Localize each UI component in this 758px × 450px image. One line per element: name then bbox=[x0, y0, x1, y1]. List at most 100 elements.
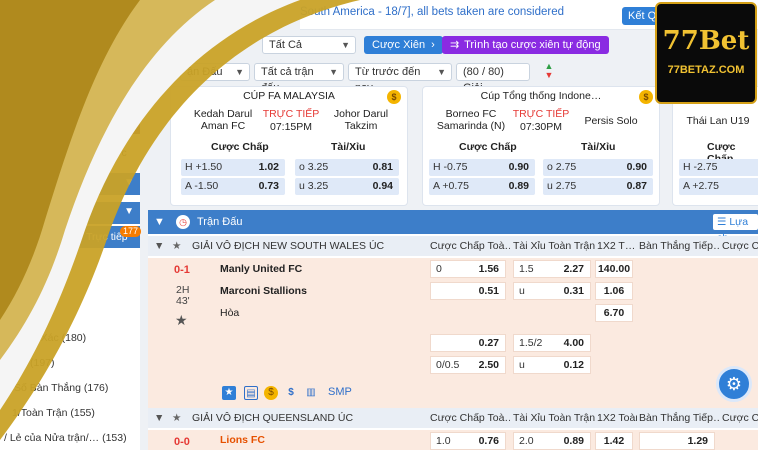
odds-line: u 2.75 bbox=[547, 180, 577, 192]
odds-line: 1.5 bbox=[519, 263, 534, 275]
chevron-down-icon: ▼ bbox=[235, 67, 244, 77]
odds-button[interactable]: A +0.75 0.89 bbox=[429, 178, 535, 195]
table-title: Trận Đấu bbox=[197, 216, 243, 228]
odds-price: 0.89 bbox=[563, 435, 584, 447]
auto-parlay-button[interactable]: ⇉ Trình tạo cược xiên tự động bbox=[442, 36, 609, 54]
sidebar-item[interactable]: 1/Toàn Trận (155) bbox=[12, 407, 95, 419]
card-ou-label: Tài/Xỉu bbox=[331, 141, 366, 153]
odds-price: 0.81 bbox=[372, 161, 393, 173]
chevron-down-icon: ▼ bbox=[124, 206, 134, 217]
odds-button[interactable]: H -2.75 bbox=[679, 159, 758, 176]
sidebar-item[interactable]: nh Xác (180) bbox=[26, 332, 86, 344]
odds-button[interactable]: 6.70 bbox=[595, 304, 633, 322]
chevron-down-icon[interactable]: ▼ bbox=[154, 236, 164, 256]
sidebar-section-header[interactable]: ▼ bbox=[0, 173, 140, 195]
featured-match-card[interactable]: CÚP FA MALAYSIA $ Kedah Darul Aman FC TR… bbox=[170, 86, 408, 206]
sort-select[interactable]: ận Đấu ▼ bbox=[180, 63, 250, 81]
odds-button[interactable]: 1.42 bbox=[595, 432, 633, 450]
sidebar-item-label: 1/Toàn Trận bbox=[12, 407, 68, 419]
sort-odds-icon[interactable]: ▲ ▼ bbox=[536, 62, 562, 82]
sidebar-section-header[interactable]: ▼ bbox=[0, 202, 140, 224]
smp-link[interactable]: SMP bbox=[328, 386, 352, 398]
odds-line: u 3.25 bbox=[299, 180, 329, 192]
odds-button[interactable]: 0.27 bbox=[430, 334, 506, 352]
sidebar-item-count: (197) bbox=[30, 357, 55, 369]
sidebar-item-label: nh Xác bbox=[26, 332, 59, 344]
column-header: Cược Ch bbox=[722, 412, 758, 424]
odds-button[interactable]: 0 1.56 bbox=[430, 260, 506, 278]
card-match-time: 07:30PM bbox=[519, 121, 563, 133]
favorite-star-icon[interactable]: ★ bbox=[172, 236, 181, 256]
match-minute: 43' bbox=[176, 295, 190, 307]
promo-thumbnail[interactable] bbox=[100, 108, 140, 134]
odds-button[interactable]: 0.51 bbox=[430, 282, 506, 300]
cash-coin-icon[interactable]: $ bbox=[264, 386, 278, 400]
dollar-icon[interactable]: $ bbox=[284, 386, 298, 400]
odds-button[interactable]: A +2.75 bbox=[679, 178, 758, 195]
odds-button[interactable]: u 2.75 0.87 bbox=[543, 178, 653, 195]
sidebar-link-bets[interactable]: Cược bbox=[100, 147, 127, 159]
featured-match-card[interactable]: Thái Lan U19 Cược Chấp H -2.75 A +2.75 bbox=[672, 86, 758, 206]
league-name: GIẢI VÔ ĐỊCH NEW SOUTH WALES ÚC bbox=[192, 240, 385, 252]
league-row[interactable]: ▼ ★ GIẢI VÔ ĐỊCH QUEENSLAND ÚC Cược Chấp… bbox=[148, 408, 758, 428]
odds-button[interactable]: 1.29 bbox=[639, 432, 715, 450]
favorite-star-icon[interactable]: ★ bbox=[172, 408, 181, 428]
odds-line: u bbox=[519, 359, 525, 371]
odds-button[interactable]: 1.5/2 4.00 bbox=[513, 334, 591, 352]
sidebar-item[interactable]: / Lẻ của Nửa trận/… (153) bbox=[4, 432, 127, 444]
odds-button[interactable]: 1.06 bbox=[595, 282, 633, 300]
card-handicap-label: Cược Chấp bbox=[459, 141, 517, 153]
card-ou-label: Tài/Xỉu bbox=[581, 141, 616, 153]
odds-button[interactable]: 1.0 0.76 bbox=[430, 432, 506, 450]
cash-coin-icon: $ bbox=[639, 90, 653, 104]
parlay-builder-icon: ⇉ bbox=[450, 39, 460, 51]
sidebar-item-label: / Lẻ của Nửa trận/… bbox=[4, 432, 100, 444]
column-select-button[interactable]: ☰ Lựa ch bbox=[713, 214, 758, 244]
draw-label: Hòa bbox=[220, 307, 240, 319]
odds-price: 140.00 bbox=[597, 263, 631, 275]
time-filter-select[interactable]: Từ trước đến nay ▼ bbox=[348, 63, 452, 94]
chevron-down-icon: ▼ bbox=[329, 67, 338, 77]
settings-gear-button[interactable]: ⚙ bbox=[716, 366, 752, 402]
odds-button[interactable]: o 2.75 0.90 bbox=[543, 159, 653, 176]
logo-wordmark: 77Bet bbox=[662, 26, 750, 56]
scoreboard-icon[interactable]: ▤ bbox=[244, 386, 258, 400]
sidebar-item[interactable]: (197) bbox=[30, 357, 55, 369]
cash-coin-icon: $ bbox=[387, 90, 401, 104]
match-score: 0-1 bbox=[174, 264, 190, 276]
favorite-star-icon[interactable]: ★ bbox=[175, 312, 188, 329]
sidebar-item-count: (153) bbox=[102, 432, 127, 444]
odds-button[interactable]: u 0.31 bbox=[513, 282, 591, 300]
match-row: 0-1 2H 43' ★ Manly United FC Marconi Sta… bbox=[148, 258, 758, 408]
odds-button[interactable]: u 0.12 bbox=[513, 356, 591, 374]
match-filter-select[interactable]: Tất cả trận đấu ▼ bbox=[254, 63, 344, 94]
featured-matches: CÚP FA MALAYSIA $ Kedah Darul Aman FC TR… bbox=[140, 86, 758, 206]
odds-button[interactable]: A -1.50 0.73 bbox=[181, 178, 285, 195]
chevron-down-icon[interactable]: ▼ bbox=[154, 408, 164, 428]
odds-type-select[interactable]: Tất Cả ▼ bbox=[262, 36, 356, 54]
odds-button[interactable]: H -0.75 0.90 bbox=[429, 159, 535, 176]
odds-type-value: Tất Cả bbox=[269, 39, 303, 51]
favorite-star-icon[interactable]: ★ bbox=[222, 386, 236, 400]
featured-match-card[interactable]: Cúp Tổng thống Indone… $ Borneo FC Samar… bbox=[422, 86, 660, 206]
chevron-down-icon[interactable]: ▼ bbox=[154, 210, 165, 234]
column-header: Cược Chấp Toà… bbox=[430, 240, 510, 252]
odds-button[interactable]: u 3.25 0.94 bbox=[295, 178, 399, 195]
stats-chart-icon[interactable]: ▥ bbox=[304, 386, 318, 400]
odds-price: 0.12 bbox=[563, 359, 584, 371]
odds-button[interactable]: 1.5 2.27 bbox=[513, 260, 591, 278]
odds-button[interactable]: o 3.25 0.81 bbox=[295, 159, 399, 176]
odds-price: 1.06 bbox=[603, 285, 625, 297]
logo-domain: 77BETAZ.COM bbox=[667, 64, 745, 76]
odds-button[interactable]: 2.0 0.89 bbox=[513, 432, 591, 450]
league-count-filter[interactable]: (80 / 80) Giải bbox=[456, 63, 530, 94]
filter-icon: ☰ bbox=[717, 216, 727, 228]
league-row[interactable]: ▼ ★ GIẢI VÔ ĐỊCH NEW SOUTH WALES ÚC Cược… bbox=[148, 236, 758, 256]
odds-line: u bbox=[519, 285, 525, 297]
odds-button[interactable]: H +1.50 1.02 bbox=[181, 159, 285, 176]
parlay-button[interactable]: Cược Xiên › bbox=[364, 36, 443, 54]
odds-button[interactable]: 140.00 bbox=[595, 260, 633, 278]
sidebar-item[interactable]: Số Bàn Thắng (176) bbox=[14, 382, 108, 394]
odds-button[interactable]: 0/0.5 2.50 bbox=[430, 356, 506, 374]
odds-price: 1.29 bbox=[687, 435, 708, 447]
